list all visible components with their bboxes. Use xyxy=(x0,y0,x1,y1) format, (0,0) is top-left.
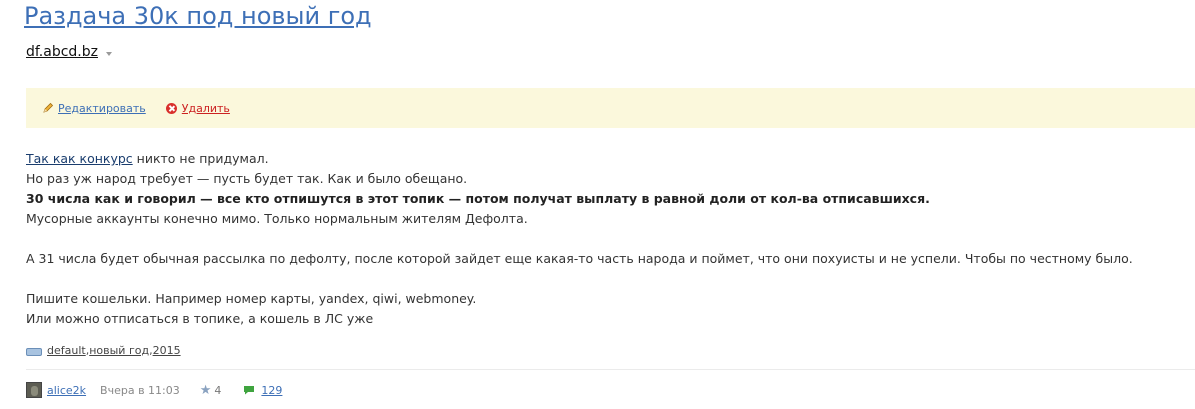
content-line: Пишите кошельки. Например номер карты, y… xyxy=(26,291,477,306)
delete-label: Удалить xyxy=(181,101,230,115)
tag-link[interactable]: default xyxy=(47,344,86,357)
blog-link[interactable]: df.abcd.bz xyxy=(26,44,98,60)
blog-selector: df.abcd.bz xyxy=(26,44,112,60)
chevron-down-icon[interactable] xyxy=(105,52,112,56)
topic-actions-bar: Редактировать Удалить xyxy=(26,88,1195,128)
rating-value: 4 xyxy=(214,383,222,397)
divider xyxy=(26,369,1195,370)
tag-link[interactable]: 2015 xyxy=(153,344,181,357)
topic-tags: default, новый год, 2015 xyxy=(26,344,181,357)
tag-link[interactable]: новый год xyxy=(89,344,149,357)
topic-date: Вчера в 11:03 xyxy=(100,383,180,397)
author-link[interactable]: alice2k xyxy=(47,384,86,397)
content-line: Но раз уж народ требует — пусть будет та… xyxy=(26,171,468,186)
pencil-icon xyxy=(43,102,54,113)
delete-icon xyxy=(165,102,177,114)
content-line: Мусорные аккаунты конечно мимо. Только н… xyxy=(26,211,528,226)
avatar[interactable] xyxy=(26,382,42,398)
contest-link[interactable]: Так как конкурс xyxy=(26,151,133,166)
content-bold-text: 30 числа как и говорил — все кто отпишут… xyxy=(26,191,930,206)
comments-count-link[interactable]: 129 xyxy=(261,384,282,397)
topic-title[interactable]: Раздача 30к под новый год xyxy=(24,2,372,30)
content-line: А 31 числа будет обычная рассылка по деф… xyxy=(26,251,1133,266)
edit-button[interactable]: Редактировать xyxy=(42,102,146,115)
content-text: никто не придумал. xyxy=(132,151,269,166)
tag-icon xyxy=(26,347,42,356)
edit-label: Редактировать xyxy=(58,101,146,115)
star-icon: ★ xyxy=(199,382,212,398)
comments: 129 xyxy=(243,384,282,397)
topic-content: Так как конкурс никто не придумал. Но ра… xyxy=(26,149,1186,329)
content-line: Или можно отписаться в топике, а кошель … xyxy=(26,311,374,326)
content-line: Так как конкурс никто не придумал. xyxy=(26,149,1186,169)
topic-rating: ★ 4 xyxy=(200,383,222,398)
comment-icon xyxy=(244,386,255,395)
delete-button[interactable]: Удалить xyxy=(165,101,230,115)
topic-info: alice2k Вчера в 11:03 ★ 4 129 xyxy=(26,382,282,398)
content-line: 30 числа как и говорил — все кто отпишут… xyxy=(26,189,1186,209)
